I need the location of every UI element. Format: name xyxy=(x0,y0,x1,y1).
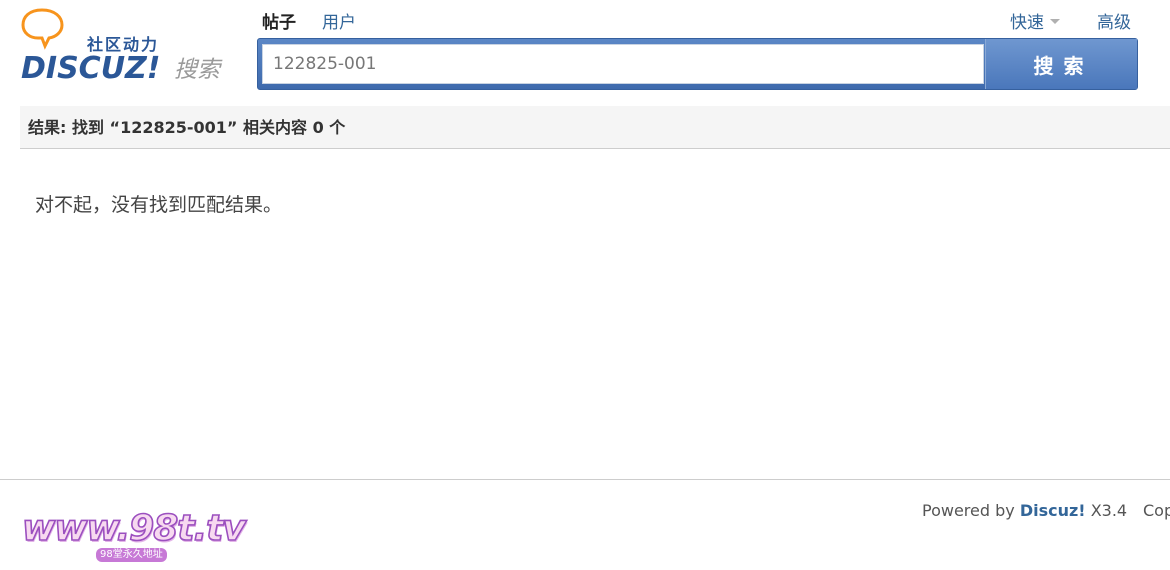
site-logo-subtext: 98堂永久地址 xyxy=(96,548,167,562)
version-label: X3.4 xyxy=(1085,501,1128,520)
speech-bubble-icon xyxy=(21,8,64,50)
result-keyword: “122825-001” xyxy=(109,118,238,137)
quick-search-label: 快速 xyxy=(1010,13,1044,33)
powered-by-label: Powered by xyxy=(922,501,1020,520)
quick-search-dropdown[interactable]: 快速 xyxy=(1010,8,1060,33)
copyright-text: Copyright xyxy=(1143,501,1170,520)
discuz-logo-graphic: 社区动力 DISCUZ! 搜索 xyxy=(21,8,223,86)
search-type-tabs: 帖子 用户 xyxy=(262,8,356,43)
tab-posts[interactable]: 帖子 xyxy=(262,8,296,43)
footer-divider xyxy=(0,479,1170,480)
powered-by: Powered by Discuz! X3.4 xyxy=(922,501,1127,520)
chevron-down-icon xyxy=(1050,19,1060,24)
discuz-link[interactable]: Discuz! xyxy=(1020,501,1086,520)
site-logo[interactable]: www.98t.tv 98堂永久地址 xyxy=(21,507,247,566)
result-summary-suffix: 相关内容 0 个 xyxy=(237,118,346,137)
site-logo-text: www.98t.tv xyxy=(21,507,246,550)
tab-users[interactable]: 用户 xyxy=(322,8,356,34)
search-input[interactable] xyxy=(262,44,984,84)
result-summary-bar: 结果: 找到 “122825-001” 相关内容 0 个 xyxy=(20,106,1170,149)
no-results-message: 对不起，没有找到匹配结果。 xyxy=(35,194,283,216)
search-button[interactable]: 搜索 xyxy=(985,39,1137,89)
advanced-search-link[interactable]: 高级 xyxy=(1097,8,1131,33)
logo-brand: DISCUZ! xyxy=(21,51,160,86)
discuz-search-logo[interactable]: 社区动力 DISCUZ! 搜索 xyxy=(20,6,235,86)
result-summary-prefix: 结果: 找到 xyxy=(28,118,110,137)
logo-product: 搜索 xyxy=(174,57,223,83)
search-box: 搜索 xyxy=(257,38,1138,90)
